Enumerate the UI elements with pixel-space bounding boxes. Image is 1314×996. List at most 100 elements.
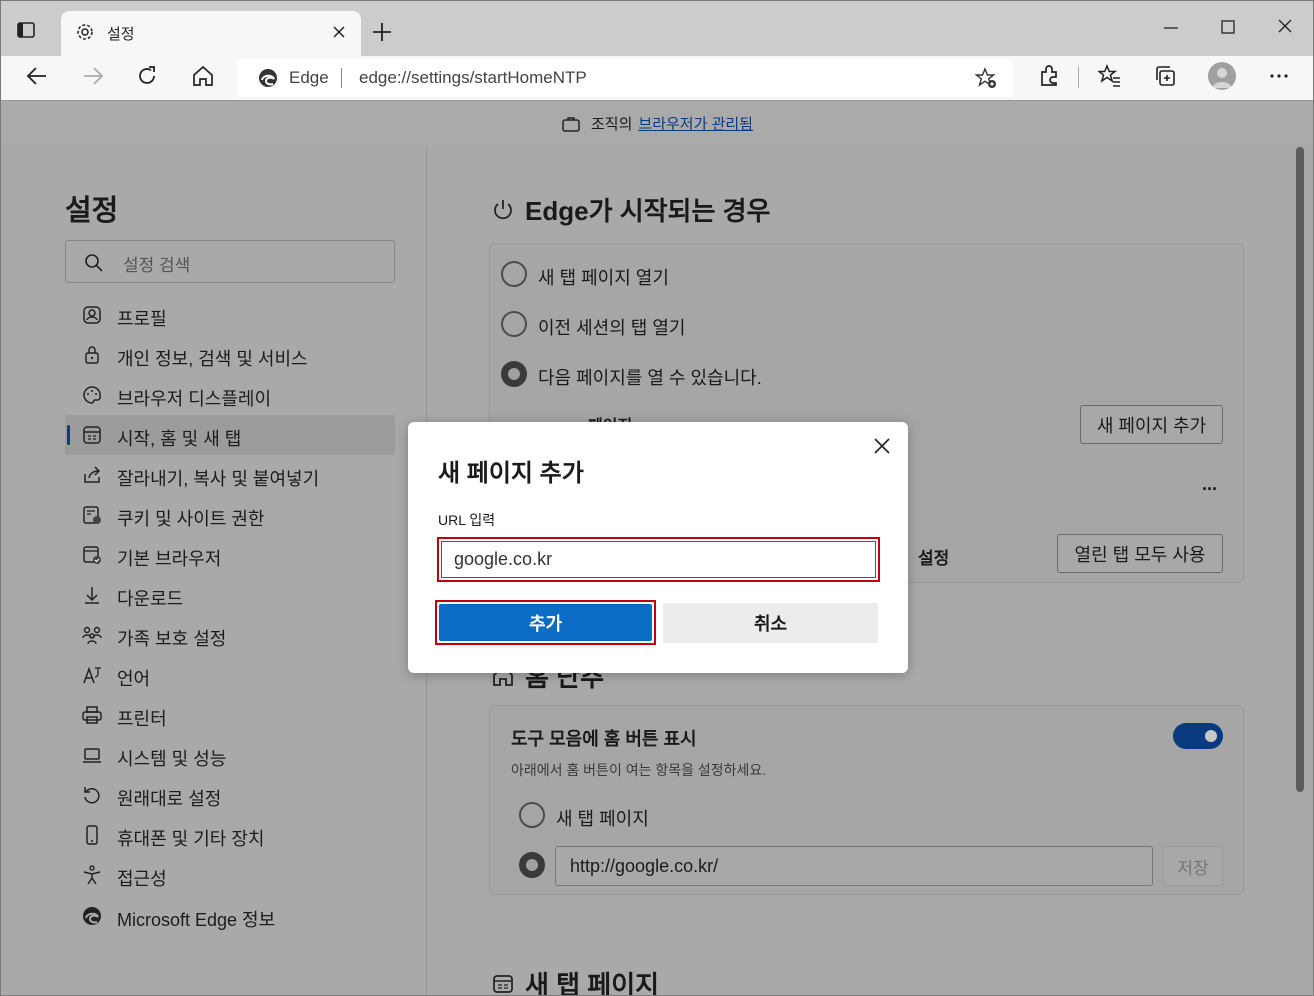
window-close-icon[interactable]: [1270, 15, 1300, 41]
maximize-icon[interactable]: [1213, 15, 1243, 41]
edge-icon: [257, 67, 279, 89]
close-icon[interactable]: [872, 436, 892, 456]
main-scrollbar[interactable]: [1295, 145, 1305, 995]
download-icon: [81, 584, 103, 606]
sidebar-item-downloads[interactable]: 다운로드: [65, 575, 395, 615]
sidebar-item-label: 시스템 및 성능: [117, 749, 227, 769]
cookie-icon: [81, 504, 103, 526]
radio-previous-session-label: 이전 세션의 탭 열기: [538, 318, 686, 338]
sidebar-item-languages[interactable]: 언어: [65, 655, 395, 695]
settings-search-input[interactable]: 설정 검색: [65, 240, 395, 283]
show-home-label: 도구 모음에 홈 버튼 표시: [511, 729, 697, 749]
browser-tab[interactable]: 설정: [61, 11, 361, 57]
start-home-icon: [81, 424, 103, 446]
sidebar-item-system[interactable]: 시스템 및 성능: [65, 735, 395, 775]
add-page-dialog: 새 페이지 추가 URL 입력 추가 취소: [408, 422, 908, 673]
url-input-label: URL 입력: [438, 512, 496, 528]
dialog-title: 새 페이지 추가: [438, 460, 584, 487]
close-tab-icon[interactable]: [331, 24, 347, 40]
radio-previous-session[interactable]: [501, 311, 527, 337]
sidebar-item-label: 원래대로 설정: [117, 789, 222, 809]
radio-specific-pages[interactable]: [501, 361, 527, 387]
add-button-highlight: 추가: [435, 600, 656, 645]
printer-icon: [81, 704, 103, 726]
gear-icon: [75, 22, 95, 42]
show-home-toggle[interactable]: [1173, 723, 1223, 749]
address-site-label: Edge: [289, 68, 329, 87]
address-bar[interactable]: Edge edge://settings/startHomeNTP: [237, 59, 1013, 97]
sidebar-item-printers[interactable]: 프린터: [65, 695, 395, 735]
radio-home-newtab-label: 새 탭 페이지: [556, 809, 649, 829]
sidebar-item-appearance[interactable]: 브라우저 디스플레이: [65, 375, 395, 415]
share-icon: [81, 464, 103, 486]
address-url[interactable]: edge://settings/startHomeNTP: [359, 68, 587, 88]
extensions-icon[interactable]: [1037, 64, 1061, 88]
new-tab-icon[interactable]: [371, 21, 393, 43]
power-icon: [494, 199, 512, 219]
radio-home-url[interactable]: [519, 852, 545, 878]
sidebar-item-label: Microsoft Edge 정보: [117, 910, 276, 930]
palette-icon: [81, 384, 103, 406]
collections-icon[interactable]: [1153, 64, 1177, 88]
favorites-icon[interactable]: [1096, 64, 1122, 88]
cancel-button[interactable]: 취소: [663, 603, 878, 643]
sidebar-item-label: 잘라내기, 복사 및 붙여넣기: [117, 469, 320, 489]
lock-icon: [81, 344, 103, 366]
browser-toolbar: Edge edge://settings/startHomeNTP: [0, 56, 1314, 100]
page-more-options-icon[interactable]: ...: [1202, 474, 1217, 495]
sidebar-item-profile[interactable]: 프로필: [65, 295, 395, 335]
sidebar-item-label: 브라우저 디스플레이: [117, 389, 272, 409]
edge-icon: [81, 905, 103, 927]
url-input[interactable]: [441, 541, 876, 578]
forward-icon[interactable]: [81, 64, 105, 88]
sidebar-item-label: 접근성: [117, 869, 167, 889]
tab-title: 설정: [107, 26, 135, 43]
refresh-icon[interactable]: [135, 64, 159, 88]
profile-icon: [81, 304, 103, 326]
back-icon[interactable]: [25, 64, 49, 88]
add-favorite-icon[interactable]: [974, 67, 997, 89]
managed-notice-bar: 조직의 브라우저가 관리됨: [0, 100, 1314, 145]
sidebar-item-privacy[interactable]: 개인 정보, 검색 및 서비스: [65, 335, 395, 375]
briefcase-icon: [562, 116, 580, 132]
sidebar-item-label: 개인 정보, 검색 및 서비스: [117, 349, 308, 369]
newtab-section-title: 새 탭 페이지: [491, 965, 659, 995]
sidebar-item-reset[interactable]: 원래대로 설정: [65, 775, 395, 815]
show-home-desc: 아래에서 홈 버튼이 여는 항목을 설정하세요.: [511, 762, 767, 778]
language-icon: [81, 664, 103, 686]
default-browser-icon: [81, 544, 103, 566]
scrollbar-thumb[interactable]: [1296, 147, 1304, 792]
sidebar-item-family[interactable]: 가족 보호 설정: [65, 615, 395, 655]
sidebar-item-phone[interactable]: 휴대폰 및 기타 장치: [65, 815, 395, 855]
save-home-url-button[interactable]: 저장: [1163, 846, 1223, 886]
avatar[interactable]: [1208, 62, 1236, 90]
more-options-icon[interactable]: [1267, 64, 1291, 88]
sidebar-item-default-browser[interactable]: 기본 브라우저: [65, 535, 395, 575]
home-icon[interactable]: [191, 64, 215, 88]
sidebar-item-accessibility[interactable]: 접근성: [65, 855, 395, 895]
toolbar-divider: [1078, 66, 1079, 88]
sidebar-title: 설정: [65, 195, 119, 227]
add-new-page-button[interactable]: 새 페이지 추가: [1080, 405, 1223, 444]
radio-newtab[interactable]: [501, 261, 527, 287]
minimize-icon[interactable]: [1156, 15, 1186, 41]
sidebar-item-label: 휴대폰 및 기타 장치: [117, 829, 265, 849]
sidebar-item-start-home-newtab[interactable]: 시작, 홈 및 새 탭: [65, 415, 395, 455]
address-separator: [341, 68, 342, 88]
managed-text: 조직의: [591, 116, 633, 133]
search-placeholder: 설정 검색: [123, 256, 191, 275]
sidebar-item-share-copy-paste[interactable]: 잘라내기, 복사 및 붙여넣기: [65, 455, 395, 495]
sidebar-item-label: 시작, 홈 및 새 탭: [117, 429, 242, 449]
home-url-input[interactable]: http://google.co.kr/: [555, 846, 1153, 886]
newtab-icon: [493, 974, 513, 993]
use-all-open-tabs-button[interactable]: 열린 탭 모두 사용: [1057, 534, 1223, 573]
managed-link[interactable]: 브라우저가 관리됨: [638, 113, 753, 134]
sidebar-item-about-edge[interactable]: Microsoft Edge 정보: [65, 896, 395, 936]
radio-home-newtab[interactable]: [519, 802, 545, 828]
sidebar-item-label: 기본 브라우저: [117, 549, 222, 569]
phone-icon: [81, 824, 103, 846]
tab-actions-icon[interactable]: [15, 19, 37, 41]
sidebar-item-cookies[interactable]: 쿠키 및 사이트 권한: [65, 495, 395, 535]
sidebar-item-label: 프로필: [117, 309, 167, 329]
add-button[interactable]: 추가: [439, 604, 652, 641]
